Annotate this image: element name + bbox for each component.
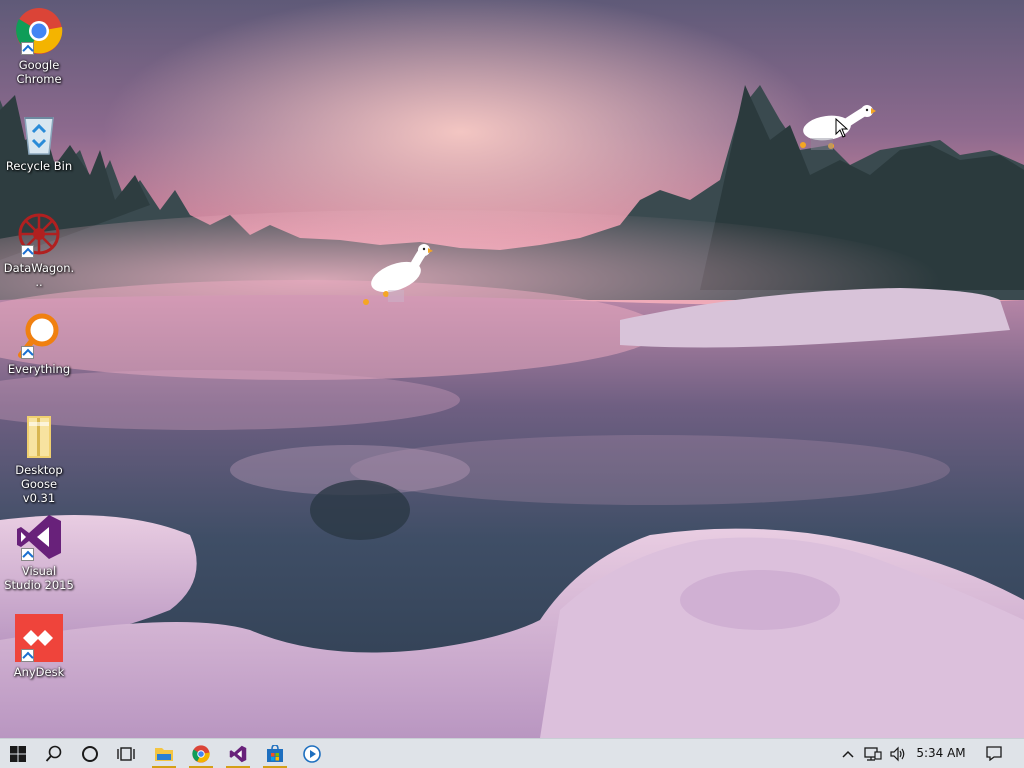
- windows-logo-icon: [10, 745, 26, 762]
- desktop-icon-label: DataWagon...: [3, 261, 75, 289]
- taskbar: 5:34 AM: [0, 738, 1024, 768]
- desktop-icon-everything[interactable]: Everything: [3, 311, 75, 376]
- shortcut-arrow-icon: [21, 245, 34, 258]
- search-button[interactable]: [36, 739, 72, 768]
- cortana-icon: [82, 745, 98, 762]
- task-view-icon: [117, 746, 135, 761]
- desktop-icon-label: Visual Studio 2015: [4, 564, 74, 592]
- desktop-icon-label: Recycle Bin: [5, 159, 73, 173]
- chrome-icon: [192, 744, 210, 763]
- notification-icon: [986, 746, 1002, 761]
- chevron-up-icon: [842, 750, 854, 758]
- volume-tray-button[interactable]: [886, 739, 910, 768]
- shortcut-arrow-icon: [21, 42, 34, 55]
- goose-icon: [363, 244, 433, 305]
- desktop-icon-label: Desktop Goose v0.31: [15, 463, 63, 505]
- cortana-button[interactable]: [72, 739, 108, 768]
- shortcut-arrow-icon: [21, 346, 34, 359]
- desktop-icon-datawagon[interactable]: DataWagon...: [3, 210, 75, 289]
- desktop-icon-google-chrome[interactable]: Google Chrome: [3, 7, 75, 86]
- taskbar-visual-studio[interactable]: [220, 739, 256, 768]
- taskbar-chrome[interactable]: [183, 739, 219, 768]
- cursor-arrow-icon: [835, 117, 849, 138]
- desktop-icon-label: Everything: [7, 362, 71, 376]
- speaker-icon: [890, 746, 905, 761]
- file-explorer-icon: [155, 747, 173, 761]
- network-tray-button[interactable]: [861, 739, 885, 768]
- desktop-icon-recycle-bin[interactable]: Recycle Bin: [3, 108, 75, 173]
- taskbar-file-explorer[interactable]: [146, 739, 182, 768]
- store-icon: [267, 744, 283, 762]
- desktop-icon-anydesk[interactable]: AnyDesk: [3, 614, 75, 679]
- network-icon: [864, 746, 882, 761]
- desktop-icon-label: Google Chrome: [16, 58, 62, 86]
- mouse-cursor: [835, 117, 849, 142]
- task-view-button[interactable]: [108, 739, 144, 768]
- folder-icon: [27, 416, 51, 458]
- shortcut-arrow-icon: [21, 548, 34, 561]
- visual-studio-icon: [229, 745, 247, 762]
- show-hidden-icons-button[interactable]: [836, 739, 860, 768]
- taskbar-media-player[interactable]: [294, 739, 330, 768]
- desktop-icon-label: AnyDesk: [13, 665, 65, 679]
- desktop-goose-1[interactable]: [362, 242, 434, 310]
- desktop-icon-visual-studio[interactable]: Visual Studio 2015: [3, 513, 75, 592]
- recycle-bin-icon: [24, 117, 54, 155]
- media-player-icon: [303, 744, 321, 763]
- shortcut-arrow-icon: [21, 649, 34, 662]
- desktop-icon-desktop-goose[interactable]: Desktop Goose v0.31: [3, 412, 75, 505]
- search-icon: [45, 745, 62, 762]
- start-button[interactable]: [0, 739, 36, 768]
- taskbar-store[interactable]: [257, 739, 293, 768]
- action-center-button[interactable]: [980, 739, 1008, 768]
- taskbar-clock[interactable]: 5:34 AM: [913, 739, 969, 768]
